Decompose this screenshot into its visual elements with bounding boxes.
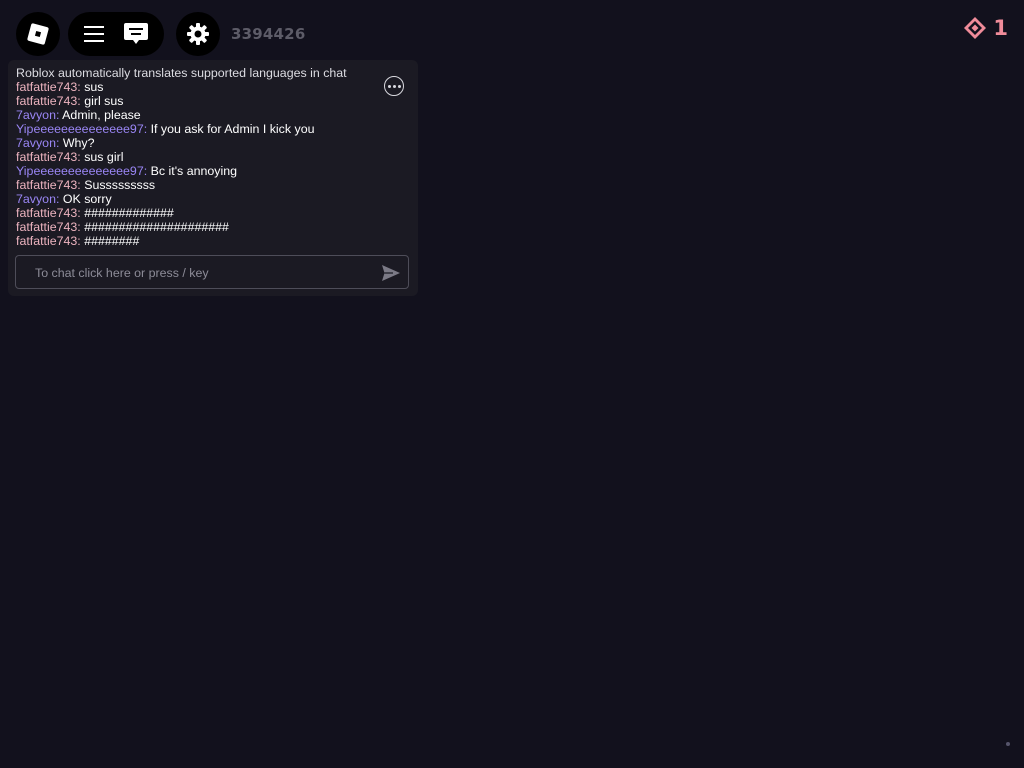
chat-message: 7avyon: Why? bbox=[16, 136, 396, 150]
more-options-icon bbox=[387, 84, 391, 88]
roblox-menu-button[interactable] bbox=[16, 12, 60, 56]
chat-message: 7avyon: OK sorry bbox=[16, 192, 396, 206]
chat-log[interactable]: Roblox automatically translates supporte… bbox=[16, 66, 396, 248]
more-options-button[interactable] bbox=[384, 76, 404, 96]
menu-chat-group bbox=[68, 12, 164, 56]
currency-value: 1 bbox=[993, 16, 1008, 40]
chat-text: ##################### bbox=[80, 220, 229, 234]
chat-username[interactable]: fatfattie743: bbox=[16, 206, 81, 220]
chat-username[interactable]: Yipeeeeeeeeeeeeee97: bbox=[16, 122, 147, 136]
chat-text: If you ask for Admin I kick you bbox=[147, 122, 315, 136]
ping-readout: 3394426 bbox=[231, 25, 306, 43]
chat-username[interactable]: fatfattie743: bbox=[16, 234, 81, 248]
chat-message: fatfattie743: ############# bbox=[16, 206, 396, 220]
send-arrow-icon bbox=[382, 265, 400, 281]
currency-display: 1 bbox=[963, 16, 1008, 40]
chat-text: sus girl bbox=[80, 150, 124, 164]
chat-message: Yipeeeeeeeeeeeeee97: If you ask for Admi… bbox=[16, 122, 396, 136]
chat-text: OK sorry bbox=[59, 192, 112, 206]
chat-input-placeholder: To chat click here or press / key bbox=[35, 266, 209, 280]
diamond-badge-icon bbox=[964, 17, 987, 39]
chat-username[interactable]: 7avyon: bbox=[16, 136, 59, 150]
chat-bubble-icon bbox=[124, 23, 148, 44]
chat-message: 7avyon: Admin, please bbox=[16, 108, 396, 122]
chat-username[interactable]: Yipeeeeeeeeeeeeee97: bbox=[16, 164, 147, 178]
chat-input-box[interactable]: To chat click here or press / key bbox=[15, 255, 409, 289]
chat-text: Bc it's annoying bbox=[147, 164, 237, 178]
chat-text: girl sus bbox=[80, 94, 124, 108]
more-options-icon bbox=[397, 84, 401, 88]
status-dot bbox=[1006, 742, 1010, 746]
settings-button[interactable] bbox=[176, 12, 220, 56]
chat-text: Why? bbox=[59, 136, 95, 150]
more-options-icon bbox=[392, 84, 396, 88]
chat-username[interactable]: fatfattie743: bbox=[16, 150, 81, 164]
chat-username[interactable]: 7avyon: bbox=[16, 192, 59, 206]
menu-button[interactable] bbox=[83, 25, 105, 43]
chat-message: fatfattie743: girl sus bbox=[16, 94, 396, 108]
chat-message: fatfattie743: sus girl bbox=[16, 150, 396, 164]
chat-message: fatfattie743: sus bbox=[16, 80, 396, 94]
chat-message: fatfattie743: Susssssssss bbox=[16, 178, 396, 192]
chat-message: fatfattie743: ##################### bbox=[16, 220, 396, 234]
chat-window: Roblox automatically translates supporte… bbox=[8, 60, 418, 296]
chat-text: sus bbox=[80, 80, 104, 94]
chat-username[interactable]: fatfattie743: bbox=[16, 80, 81, 94]
chat-text: ######## bbox=[80, 234, 140, 248]
chat-username[interactable]: fatfattie743: bbox=[16, 178, 81, 192]
send-button[interactable] bbox=[381, 264, 401, 286]
chat-username[interactable]: fatfattie743: bbox=[16, 94, 81, 108]
chat-username[interactable]: fatfattie743: bbox=[16, 220, 81, 234]
chat-text: ############# bbox=[80, 206, 174, 220]
chat-text: Admin, please bbox=[59, 108, 141, 122]
hamburger-menu-icon bbox=[84, 26, 104, 42]
chat-text: Susssssssss bbox=[80, 178, 156, 192]
roblox-logo-icon bbox=[27, 23, 49, 45]
chat-toggle-button[interactable] bbox=[123, 22, 149, 46]
chat-username[interactable]: 7avyon: bbox=[16, 108, 59, 122]
system-message: Roblox automatically translates supporte… bbox=[16, 66, 347, 80]
chat-message: Yipeeeeeeeeeeeeee97: Bc it's annoying bbox=[16, 164, 396, 178]
gear-icon bbox=[187, 23, 209, 45]
game-screen: 3394426 1 Roblox automatically translate… bbox=[0, 0, 1024, 768]
chat-message: fatfattie743: ######## bbox=[16, 234, 396, 248]
